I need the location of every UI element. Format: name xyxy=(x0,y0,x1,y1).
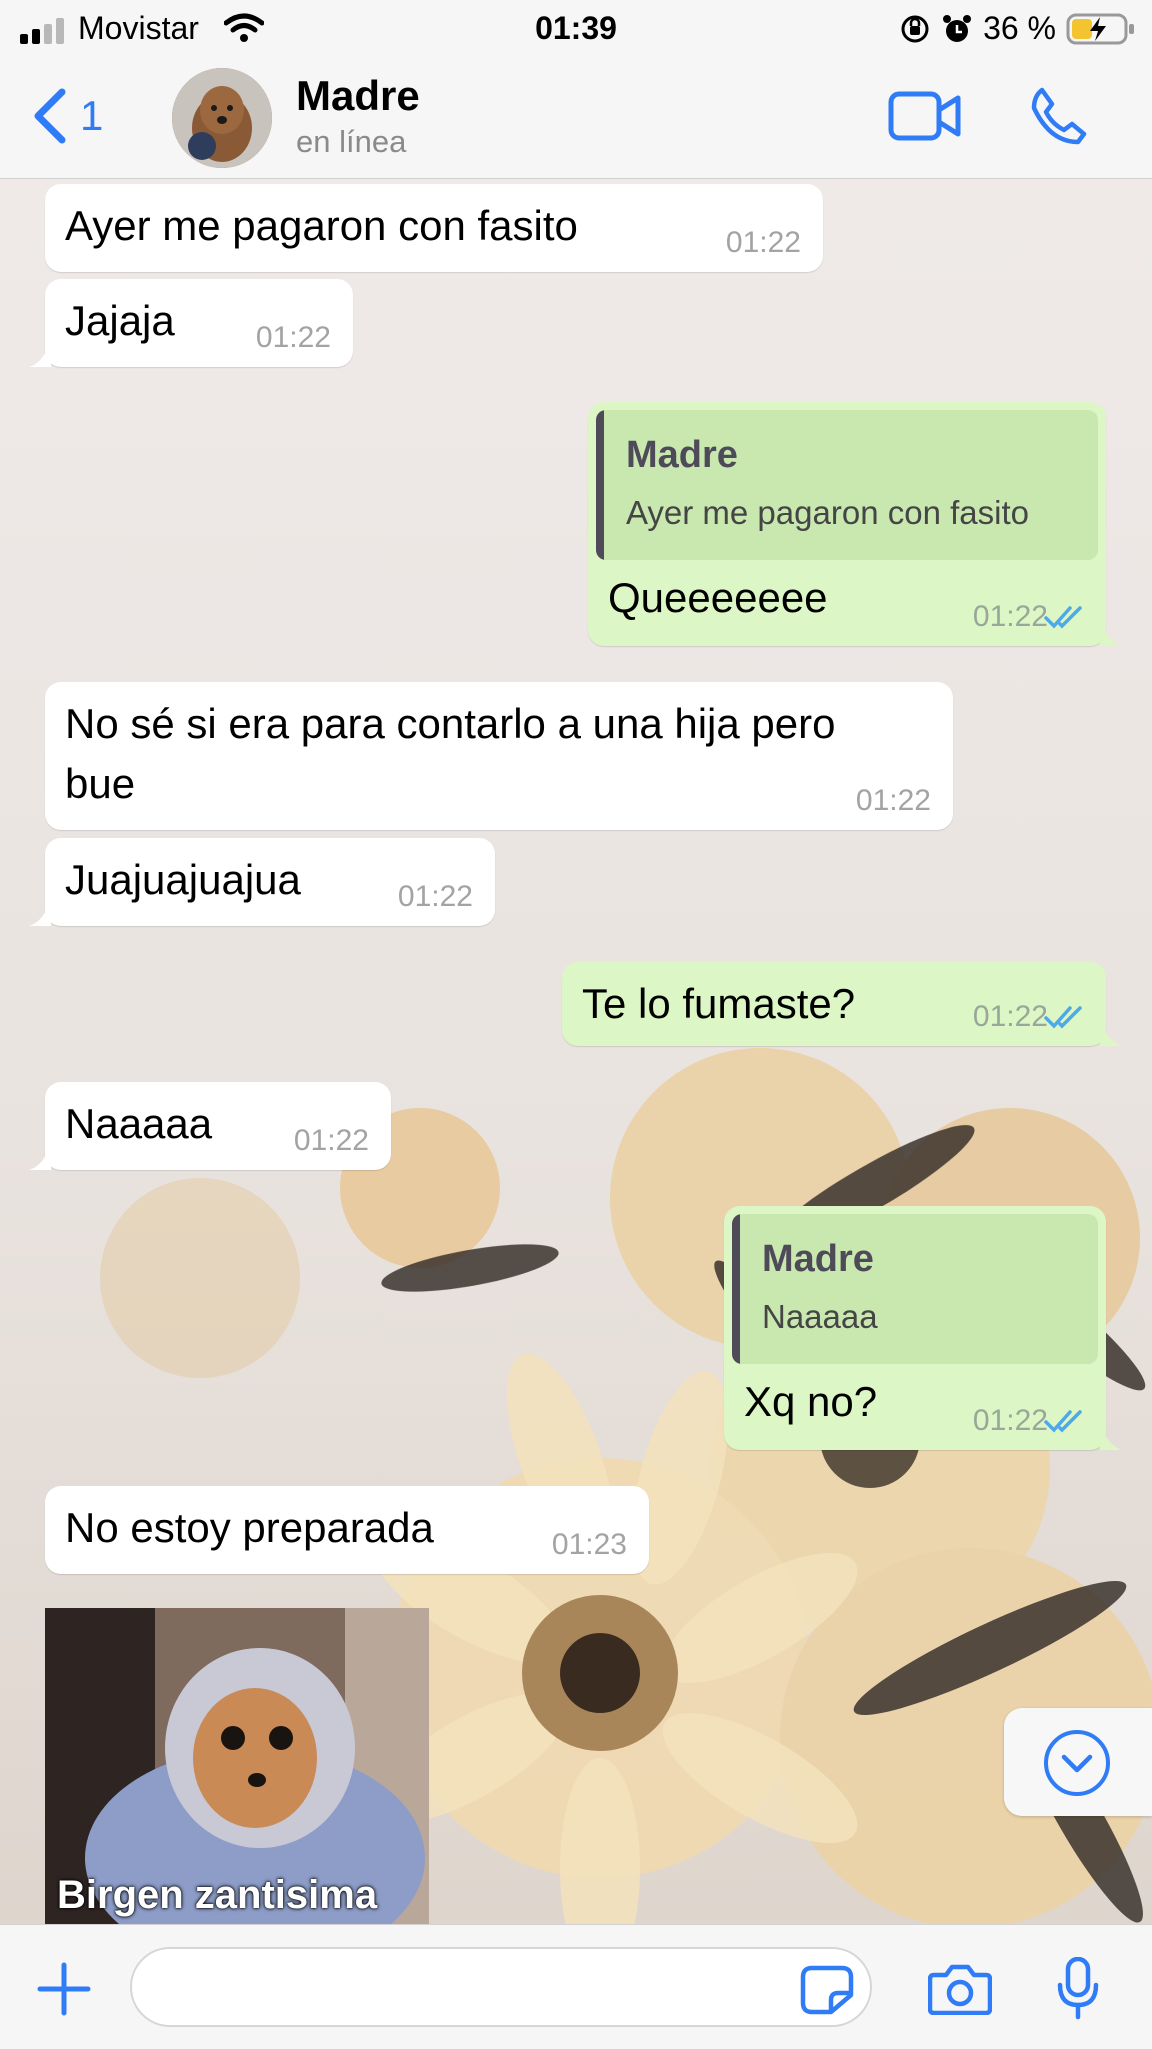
message-time: 01:22 xyxy=(255,321,331,354)
plus-icon[interactable] xyxy=(36,1961,92,2017)
quote-text: Ayer me pagaron con fasito xyxy=(626,494,1029,531)
quote-bar xyxy=(596,410,604,560)
sticker-caption: Birgen zantisima xyxy=(57,1873,378,1917)
battery-percent: 36 % xyxy=(983,10,1056,46)
message-time: 01:22 xyxy=(293,1124,369,1157)
sticker-icon[interactable] xyxy=(800,1965,854,2015)
message-text: Te lo fumaste? xyxy=(582,980,856,1027)
quote-bar xyxy=(732,1214,740,1364)
message-incoming[interactable]: No estoy preparada 01:23 xyxy=(45,1486,649,1574)
status-bar: Movistar 01:39 36 % xyxy=(0,0,1152,58)
orientation-lock-icon xyxy=(901,15,929,42)
message-time: 01:22 xyxy=(855,784,931,817)
message-time: 01:22 xyxy=(972,1000,1048,1033)
message-text: Xq no? xyxy=(744,1378,878,1425)
quote-author: Madre xyxy=(626,434,738,476)
message-time: 01:22 xyxy=(397,880,473,913)
contact-avatar[interactable] xyxy=(172,68,272,168)
sticker-message[interactable]: Birgen zantisima xyxy=(45,1608,429,1924)
message-text: No estoy preparada xyxy=(65,1504,434,1551)
video-camera-icon[interactable] xyxy=(888,88,962,144)
read-double-check-icon xyxy=(1044,1410,1082,1433)
message-time: 01:23 xyxy=(551,1528,627,1561)
message-composer xyxy=(0,1924,1152,2049)
microphone-icon[interactable] xyxy=(1056,1957,1100,2021)
message-input[interactable] xyxy=(130,1947,872,2027)
message-outgoing[interactable]: Madre Ayer me pagaron con fasito Queeeee… xyxy=(588,402,1122,646)
chat-header: 1 Madre en línea xyxy=(0,58,1152,179)
scroll-to-bottom-button[interactable] xyxy=(1004,1708,1152,1816)
message-incoming[interactable]: No sé si era para contarlo a una hija pe… xyxy=(45,682,953,830)
contact-name[interactable]: Madre xyxy=(296,72,420,120)
bubble-tail xyxy=(29,1144,51,1170)
message-time: 01:22 xyxy=(725,226,801,259)
message-incoming[interactable]: Naaaaa 01:22 xyxy=(29,1082,391,1170)
reply-quote[interactable]: Madre Naaaaa xyxy=(732,1214,1098,1364)
read-double-check-icon xyxy=(1044,606,1082,629)
message-text: Jajaja xyxy=(65,297,175,344)
message-time: 01:22 xyxy=(972,600,1048,633)
message-text: No sé si era para contarlo a una hija pe… xyxy=(65,694,835,814)
message-text: Naaaaa xyxy=(65,1100,213,1147)
chevron-left-icon xyxy=(34,88,66,144)
back-button[interactable]: 1 xyxy=(32,88,103,144)
contact-status: en línea xyxy=(296,124,407,159)
unread-count: 1 xyxy=(80,92,104,139)
dog-avatar-image xyxy=(172,68,272,168)
bubble-tail xyxy=(1100,620,1122,646)
message-incoming[interactable]: Juajuajuajua 01:22 xyxy=(29,838,495,926)
message-incoming[interactable]: Jajaja 01:22 xyxy=(29,279,353,367)
chevron-down-circle-icon xyxy=(1044,1730,1110,1796)
message-text: Ayer me pagaron con fasito xyxy=(65,202,578,249)
message-text-line: bue xyxy=(65,760,136,807)
read-double-check-icon xyxy=(1044,1006,1082,1029)
quote-author: Madre xyxy=(762,1238,874,1280)
message-outgoing[interactable]: Madre Naaaaa Xq no? 01:22 xyxy=(724,1206,1122,1450)
alarm-icon xyxy=(943,14,972,42)
message-time: 01:22 xyxy=(972,1404,1048,1437)
message-text: Queeeeeee xyxy=(608,574,828,621)
message-text: Juajuajuajua xyxy=(65,856,301,903)
bubble-tail xyxy=(29,341,51,367)
camera-icon[interactable] xyxy=(928,1963,992,2015)
message-incoming[interactable]: Ayer me pagaron con fasito 01:22 xyxy=(45,184,823,272)
bubble-tail xyxy=(1100,1424,1122,1450)
message-outgoing[interactable]: Te lo fumaste? 01:22 xyxy=(562,962,1122,1046)
message-text-line: No sé si era para contarlo a una hija pe… xyxy=(65,700,836,747)
reply-quote[interactable]: Madre Ayer me pagaron con fasito xyxy=(596,410,1098,560)
phone-icon[interactable] xyxy=(1028,86,1088,146)
battery-charging-icon xyxy=(1066,13,1134,44)
quote-text: Naaaaa xyxy=(762,1298,878,1335)
bubble-tail xyxy=(29,900,51,926)
bubble-tail xyxy=(1100,1020,1122,1046)
